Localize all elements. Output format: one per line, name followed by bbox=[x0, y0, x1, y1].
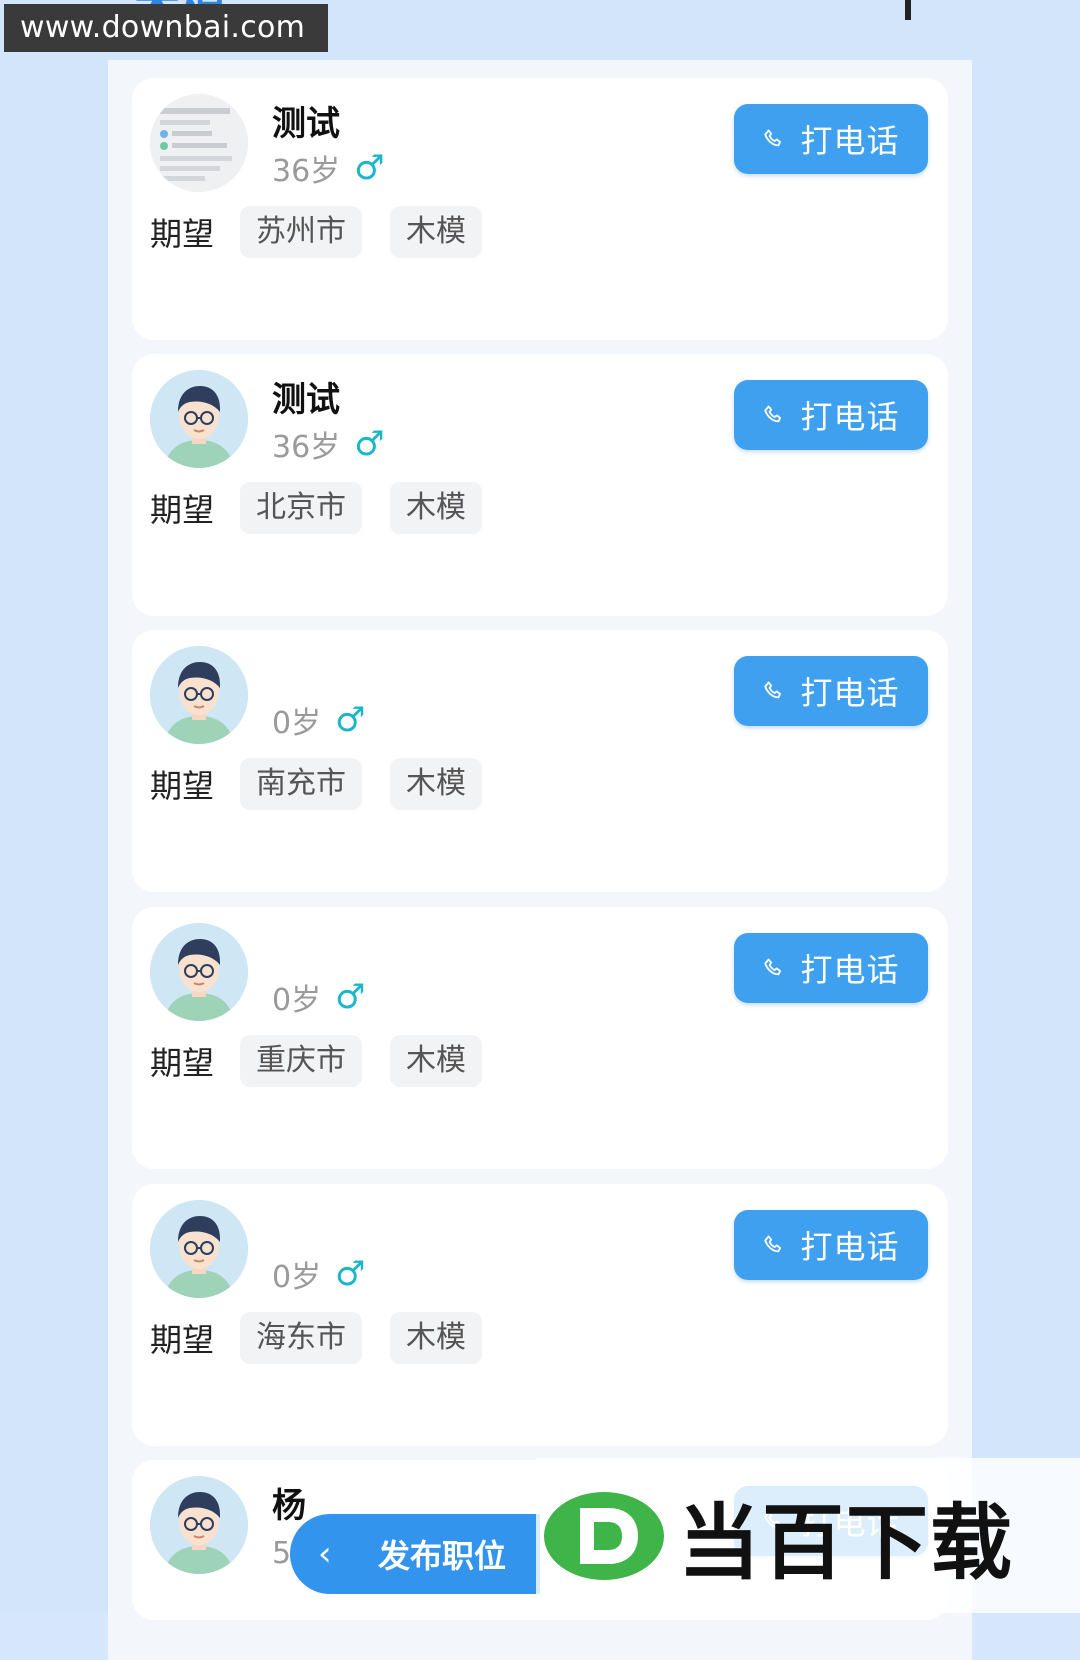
add-icon[interactable] bbox=[905, 0, 911, 20]
candidate-card[interactable]: 0岁 ♂ 打电话 期望 南充市 木模 bbox=[132, 630, 948, 892]
call-button-label: 打电话 bbox=[800, 951, 900, 989]
phone-icon bbox=[764, 958, 782, 976]
age-gender: 0岁 ♂ bbox=[272, 977, 366, 1018]
phone-icon bbox=[764, 129, 782, 147]
avatar bbox=[150, 1200, 248, 1298]
screenshot-thumbnail-icon bbox=[150, 94, 248, 192]
call-button-label: 打电话 bbox=[800, 1228, 900, 1266]
expectation-label: 期望 bbox=[150, 491, 215, 529]
job-tag: 木模 bbox=[390, 482, 483, 534]
candidate-age: 0岁 bbox=[272, 1260, 322, 1295]
city-tag: 苏州市 bbox=[240, 206, 363, 258]
candidate-name: 测试 bbox=[272, 380, 340, 420]
expectation-row: 期望 南充市 木模 bbox=[150, 758, 510, 810]
chevron-left-icon: ‹ bbox=[318, 1534, 332, 1574]
expectation-label: 期望 bbox=[150, 1321, 215, 1359]
expectation-row: 期望 重庆市 木模 bbox=[150, 1035, 510, 1087]
candidate-name: 杨 bbox=[272, 1486, 306, 1526]
call-button-label: 打电话 bbox=[800, 398, 900, 436]
watermark-url: www.downbai.com bbox=[4, 4, 328, 52]
call-button[interactable]: 打电话 bbox=[734, 104, 928, 174]
job-tag: 木模 bbox=[390, 758, 483, 810]
candidate-age: 0岁 bbox=[272, 983, 322, 1018]
expectation-row: 期望 苏州市 木模 bbox=[150, 206, 510, 258]
avatar bbox=[150, 923, 248, 1021]
phone-icon bbox=[764, 1235, 782, 1253]
city-tag: 北京市 bbox=[240, 482, 363, 534]
watermark-d-logo-icon bbox=[542, 1488, 666, 1584]
publish-job-label: 发布职位 bbox=[378, 1537, 507, 1575]
call-button[interactable]: 打电话 bbox=[734, 656, 928, 726]
expectation-row: 期望 北京市 木模 bbox=[150, 482, 510, 534]
city-tag: 海东市 bbox=[240, 1312, 363, 1364]
expectation-label: 期望 bbox=[150, 1044, 215, 1082]
male-avatar-icon bbox=[150, 646, 248, 744]
candidate-card[interactable]: 0岁 ♂ 打电话 期望 海东市 木模 bbox=[132, 1184, 948, 1446]
job-tag: 木模 bbox=[390, 1035, 483, 1087]
phone-icon bbox=[764, 405, 782, 423]
avatar bbox=[150, 94, 248, 192]
candidate-card[interactable]: 0岁 ♂ 打电话 期望 重庆市 木模 bbox=[132, 907, 948, 1169]
male-gender-icon: ♂ bbox=[335, 700, 366, 740]
call-button-label: 打电话 bbox=[800, 674, 900, 712]
male-avatar-icon bbox=[150, 370, 248, 468]
city-tag: 重庆市 bbox=[240, 1035, 363, 1087]
phone-icon bbox=[764, 681, 782, 699]
male-gender-icon: ♂ bbox=[354, 424, 385, 464]
male-avatar-icon bbox=[150, 1200, 248, 1298]
call-button[interactable]: 打电话 bbox=[734, 380, 928, 450]
age-gender: 0岁 ♂ bbox=[272, 700, 366, 741]
male-avatar-icon bbox=[150, 923, 248, 1021]
publish-job-button[interactable]: ‹ 发布职位 bbox=[290, 1514, 540, 1594]
expectation-row: 期望 海东市 木模 bbox=[150, 1312, 510, 1364]
call-button-label: 打电话 bbox=[800, 122, 900, 160]
male-gender-icon: ♂ bbox=[335, 1254, 366, 1294]
call-button[interactable]: 打电话 bbox=[734, 1210, 928, 1280]
candidate-card[interactable]: 测试 36岁 ♂ 打电话 期望 苏州市 木模 bbox=[132, 78, 948, 340]
call-button[interactable]: 打电话 bbox=[734, 933, 928, 1003]
avatar bbox=[150, 1476, 248, 1574]
watermark-logo: 当百下载 bbox=[536, 1458, 1080, 1613]
job-tag: 木模 bbox=[390, 206, 483, 258]
city-tag: 南充市 bbox=[240, 758, 363, 810]
watermark-brand: 当百下载 bbox=[678, 1496, 1015, 1591]
age-gender: 36岁 ♂ bbox=[272, 424, 385, 465]
avatar bbox=[150, 646, 248, 744]
age-gender: 0岁 ♂ bbox=[272, 1254, 366, 1295]
expectation-label: 期望 bbox=[150, 215, 215, 253]
candidate-card[interactable]: 测试 36岁 ♂ 打电话 期望 北京市 木模 bbox=[132, 354, 948, 616]
expectation-label: 期望 bbox=[150, 767, 215, 805]
job-tag: 木模 bbox=[390, 1312, 483, 1364]
candidate-name: 测试 bbox=[272, 104, 340, 144]
male-gender-icon: ♂ bbox=[354, 148, 385, 188]
candidate-age: 0岁 bbox=[272, 706, 322, 741]
male-avatar-icon bbox=[150, 1476, 248, 1574]
candidate-age: 36岁 bbox=[272, 430, 341, 465]
avatar bbox=[150, 370, 248, 468]
candidate-age: 36岁 bbox=[272, 154, 341, 189]
age-gender: 36岁 ♂ bbox=[272, 148, 385, 189]
male-gender-icon: ♂ bbox=[335, 977, 366, 1017]
